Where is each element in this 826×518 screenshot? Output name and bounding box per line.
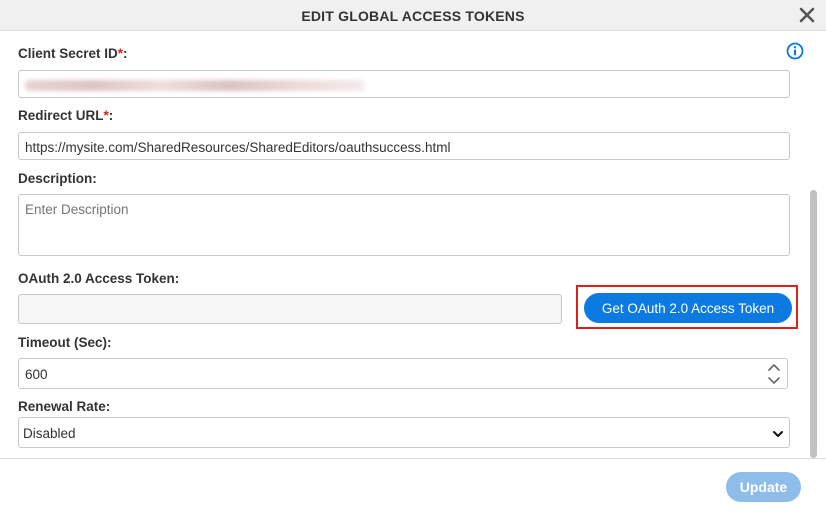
redirect-url-value: https://mysite.com/SharedResources/Share… [25, 140, 451, 155]
oauth-token-label: OAuth 2.0 Access Token: [18, 271, 180, 286]
dialog-title: EDIT GLOBAL ACCESS TOKENS [301, 8, 525, 24]
label-colon: : [108, 108, 114, 123]
update-button[interactable]: Update [726, 472, 801, 502]
redirect-url-label: Redirect URL*: [18, 108, 113, 123]
client-secret-label: Client Secret ID*: [18, 46, 128, 61]
description-label: Description: [18, 171, 97, 186]
renewal-rate-select[interactable]: Disabled [18, 417, 790, 448]
timeout-number-input[interactable]: 600 [18, 358, 788, 389]
redirect-url-label-text: Redirect URL [18, 108, 104, 123]
scrollbar-thumb[interactable] [810, 190, 817, 458]
description-textarea[interactable] [18, 194, 790, 256]
timeout-value: 600 [25, 367, 48, 382]
timeout-label: Timeout (Sec): [18, 335, 112, 350]
oauth-token-input[interactable] [18, 294, 562, 324]
renewal-rate-value: Disabled [23, 426, 76, 441]
client-secret-redacted-value [25, 80, 365, 91]
highlight-frame: Get OAuth 2.0 Access Token [576, 285, 798, 329]
dialog-titlebar: EDIT GLOBAL ACCESS TOKENS [0, 0, 826, 31]
get-oauth-token-button[interactable]: Get OAuth 2.0 Access Token [584, 293, 792, 323]
renewal-rate-label: Renewal Rate: [18, 399, 111, 414]
info-icon[interactable] [786, 42, 804, 60]
client-secret-label-text: Client Secret ID [18, 46, 118, 61]
close-icon[interactable] [798, 6, 816, 24]
label-colon: : [123, 46, 128, 61]
client-secret-input[interactable] [18, 70, 790, 98]
number-spinner-icon[interactable] [767, 361, 781, 387]
redirect-url-input[interactable]: https://mysite.com/SharedResources/Share… [18, 132, 790, 160]
footer-divider [0, 458, 826, 459]
chevron-down-icon [773, 431, 783, 437]
